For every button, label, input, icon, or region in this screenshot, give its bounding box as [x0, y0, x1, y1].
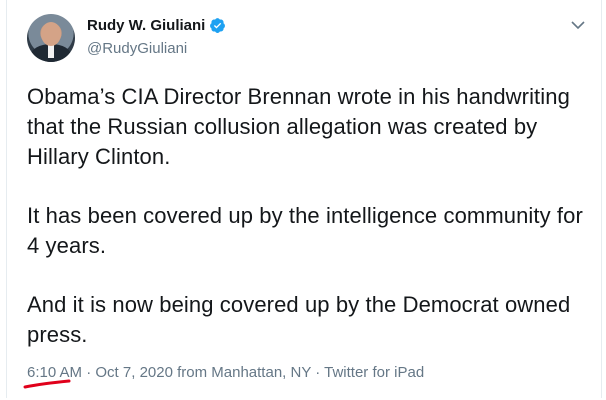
author-handle[interactable]: @RudyGiuliani — [87, 40, 187, 57]
author-name-row[interactable]: Rudy W. Giuliani — [87, 17, 226, 34]
meta-separator: · — [82, 364, 96, 381]
red-underline-annotation — [23, 379, 71, 389]
tweet-paragraph: It has been covered up by the intelligen… — [27, 203, 583, 258]
chevron-down-icon[interactable] — [571, 20, 585, 30]
tweet-text: Obama’s CIA Director Brennan wrote in hi… — [27, 82, 593, 379]
verified-badge-icon — [210, 18, 226, 33]
avatar-collar — [48, 44, 54, 58]
tweet-paragraph: Obama’s CIA Director Brennan wrote in hi… — [27, 84, 570, 169]
meta-separator: · — [311, 364, 325, 381]
tweet-metadata: 6:10 AM · Oct 7, 2020 from Manhattan, NY… — [27, 364, 424, 381]
tweet-source-link[interactable]: Twitter for iPad — [324, 364, 424, 381]
tweet-date-location[interactable]: Oct 7, 2020 from Manhattan, NY — [95, 364, 311, 381]
avatar-head — [41, 22, 61, 46]
tweet-paragraph: And it is now being covered up by the De… — [27, 292, 571, 347]
tweet-card: Rudy W. Giuliani @RudyGiuliani Obama’s C… — [6, 0, 602, 398]
author-display-name[interactable]: Rudy W. Giuliani — [87, 17, 205, 34]
avatar[interactable] — [27, 14, 75, 62]
